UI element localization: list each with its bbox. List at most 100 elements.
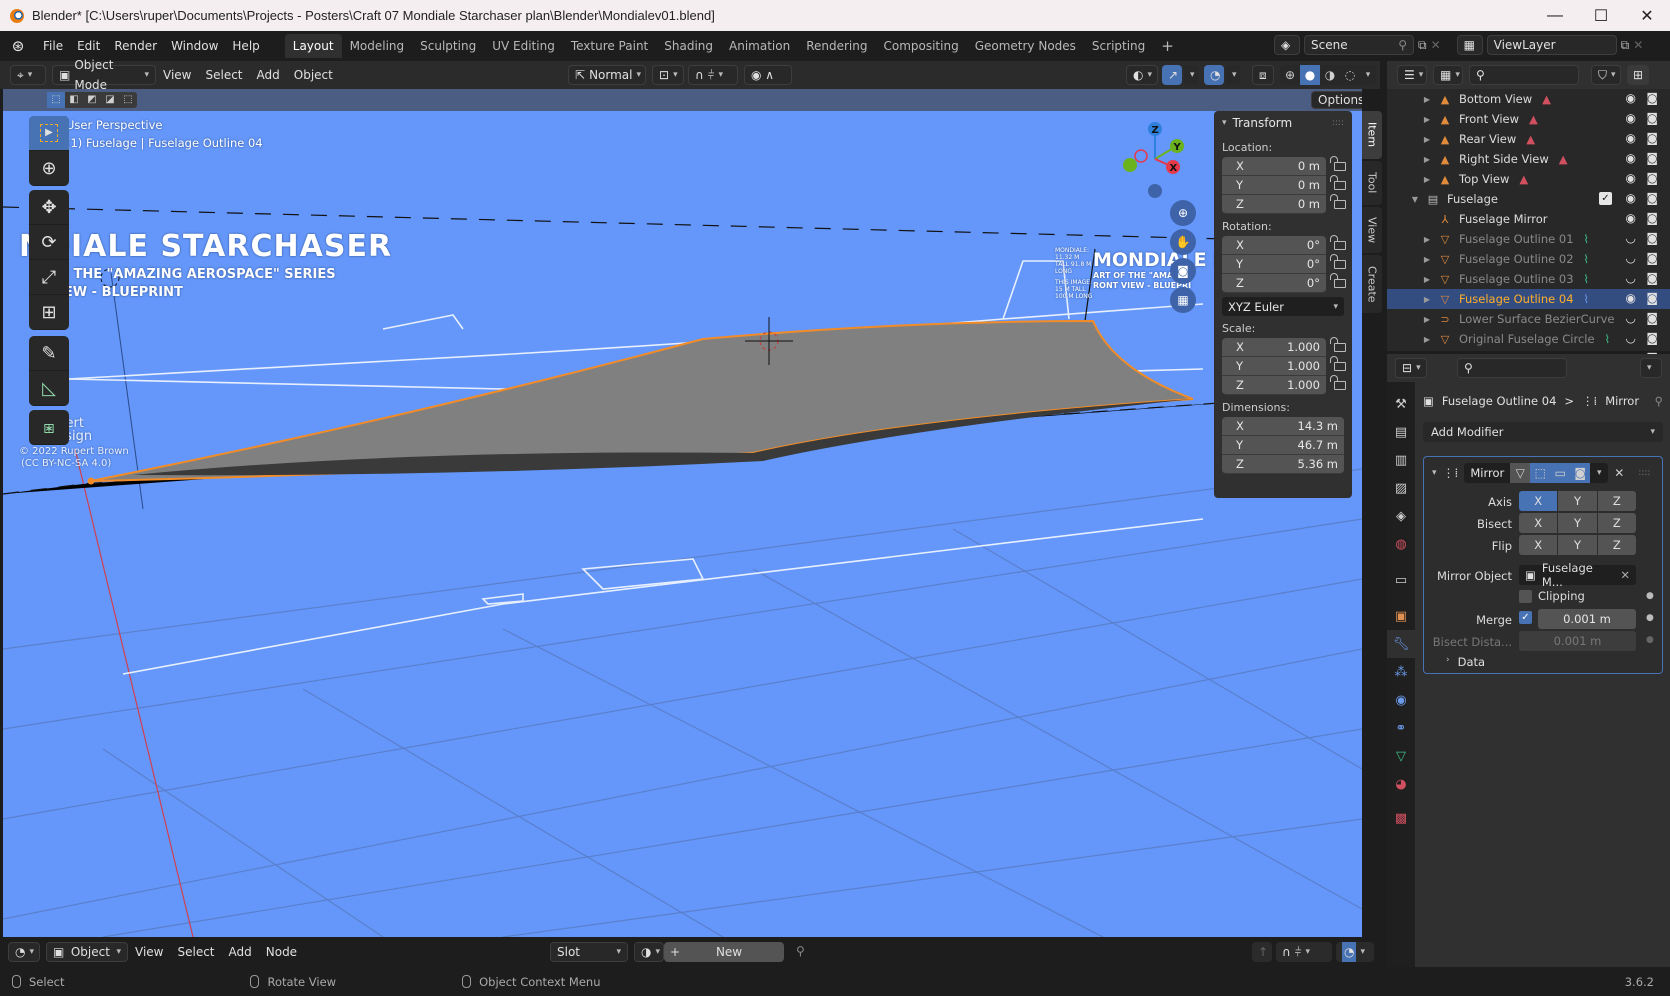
eye-icon[interactable]: ◉ xyxy=(1626,291,1636,305)
keyframe-dot-icon[interactable]: ● xyxy=(1646,635,1654,645)
viewport-menu-add[interactable]: Add xyxy=(250,64,287,86)
expand-icon[interactable]: ▶ xyxy=(1421,235,1433,244)
outliner-item-name[interactable]: Fuselage xyxy=(1447,192,1498,206)
merge-checkbox[interactable]: ✓ xyxy=(1519,611,1532,624)
outliner-item[interactable]: ▶ ▲ Right Side View ▲ ◉ ◙ xyxy=(1387,149,1670,169)
expand-icon[interactable]: ▶ xyxy=(1421,135,1433,144)
axis-x-toggle[interactable]: X xyxy=(1519,491,1559,511)
modifier-name-field[interactable]: Mirror xyxy=(1464,463,1511,483)
camera-render-icon[interactable]: ◙ xyxy=(1646,91,1658,105)
outliner-item[interactable]: ▶ ▽ Original Fuselage Circle ⌇ ◡ ◙ xyxy=(1387,329,1670,349)
scale-x-field[interactable]: X 1.000 xyxy=(1222,336,1346,357)
viewlayer-selector-icon[interactable]: ▦ xyxy=(1456,35,1483,55)
pin-icon[interactable]: ⚲ xyxy=(1398,35,1407,55)
xray-toggle[interactable]: ⧈ xyxy=(1252,65,1274,85)
eye-icon[interactable]: ◉ xyxy=(1626,111,1636,125)
clear-mirror-object-icon[interactable]: ✕ xyxy=(1620,568,1630,582)
camera-render-icon[interactable]: ◙ xyxy=(1646,151,1658,165)
expand-icon[interactable]: ▶ xyxy=(1421,335,1433,344)
keyframe-dot-icon[interactable]: ● xyxy=(1646,591,1654,601)
tab-sculpting[interactable]: Sculpting xyxy=(412,34,484,58)
shader-menu-view[interactable]: View xyxy=(128,941,170,963)
hidden-eye-icon[interactable]: ◡ xyxy=(1626,251,1636,265)
outliner-item-name[interactable]: Fuselage Outline 04 xyxy=(1459,292,1574,306)
eye-icon[interactable]: ◉ xyxy=(1626,211,1636,225)
clipping-checkbox[interactable]: Clipping xyxy=(1519,589,1585,603)
constraint-properties-icon[interactable]: ⚭ xyxy=(1387,714,1415,742)
3d-viewport[interactable]: NDIALE STARCHASER OF THE "AMAZING AEROSP… xyxy=(3,89,1362,937)
eye-icon[interactable]: ◉ xyxy=(1626,171,1636,185)
bisect-z-toggle[interactable]: Z xyxy=(1597,513,1636,533)
physics-properties-icon[interactable]: ◉ xyxy=(1387,686,1415,714)
camera-render-icon[interactable]: ◙ xyxy=(1646,311,1658,325)
tab-tool[interactable]: Tool xyxy=(1362,161,1382,205)
tab-texture-paint[interactable]: Texture Paint xyxy=(563,34,656,58)
close-button[interactable]: ✕ xyxy=(1624,0,1670,31)
menu-file[interactable]: File xyxy=(36,35,70,57)
overlay-toggle[interactable]: ◔ xyxy=(1204,65,1224,85)
viewport-menu-object[interactable]: Object xyxy=(287,64,340,86)
new-collection-icon[interactable]: ⊞ xyxy=(1627,65,1649,85)
parent-node-icon[interactable]: ↑ xyxy=(1252,942,1272,962)
properties-options-dropdown[interactable]: ▾ xyxy=(1640,358,1662,378)
outliner-item-name[interactable]: Original Fuselage Circle xyxy=(1459,332,1595,346)
collapse-icon[interactable]: ▾ xyxy=(1432,468,1437,478)
properties-editor-type-icon[interactable]: ⊟ ▾ xyxy=(1395,358,1427,378)
new-material-button[interactable]: + New xyxy=(664,942,784,962)
pin-icon[interactable]: ⚲ xyxy=(796,944,805,958)
select-mode-extend-icon[interactable]: ◧ xyxy=(65,92,83,108)
tab-layout[interactable]: Layout xyxy=(284,34,342,58)
scene-selector-icon[interactable]: ◈ xyxy=(1274,35,1300,55)
delete-scene-icon[interactable]: ✕ xyxy=(1431,38,1441,52)
expand-icon[interactable]: ▶ xyxy=(1421,115,1433,124)
outliner-item[interactable]: ▶ ▽ Fuselage Outline 03 ⌇ ◡ ◙ xyxy=(1387,269,1670,289)
navigation-gizmo[interactable]: Z Y X xyxy=(1113,119,1193,199)
outliner-item-name[interactable]: Fuselage Outline 03 xyxy=(1459,272,1574,286)
remove-modifier-icon[interactable]: ✕ xyxy=(1614,466,1624,480)
outliner-item[interactable]: ▶ ▽ Fuselage Outline 01 ⌇ ◡ ◙ xyxy=(1387,229,1670,249)
flip-x-toggle[interactable]: X xyxy=(1519,535,1559,555)
hidden-eye-icon[interactable]: ◡ xyxy=(1626,271,1636,285)
rotate-tool[interactable]: ⟳ xyxy=(29,225,69,260)
select-box-tool[interactable]: ▶ xyxy=(29,116,69,151)
wireframe-shading-button[interactable]: ⊕ xyxy=(1280,65,1300,85)
menu-window[interactable]: Window xyxy=(164,35,225,57)
lock-icon[interactable] xyxy=(1330,336,1346,352)
axis-y-toggle[interactable]: Y xyxy=(1558,491,1598,511)
eye-icon[interactable]: ◉ xyxy=(1626,151,1636,165)
orientation-dropdown[interactable]: ⇱ Normal ▾ xyxy=(568,65,646,85)
viewport-menu-view[interactable]: View xyxy=(156,64,198,86)
lock-icon[interactable] xyxy=(1330,174,1346,190)
add-modifier-dropdown[interactable]: Add Modifier ▾ xyxy=(1423,422,1663,442)
data-properties-icon[interactable]: ▽ xyxy=(1387,742,1415,770)
proportional-editing-toggle[interactable]: ◉ ∧ xyxy=(744,65,792,85)
collapse-icon[interactable]: ▼ xyxy=(1409,195,1421,204)
viewlayer-field[interactable]: ViewLayer xyxy=(1486,35,1617,55)
outliner-item[interactable]: ▶ ▲ Top View ▲ ◉ ◙ xyxy=(1387,169,1670,189)
tab-animation[interactable]: Animation xyxy=(721,34,798,58)
camera-render-icon[interactable]: ◙ xyxy=(1646,251,1658,265)
camera-render-icon[interactable]: ◙ xyxy=(1646,331,1658,345)
scene-field[interactable]: Scene ⚲ xyxy=(1304,35,1414,55)
modifier-properties-icon[interactable]: 🔧︎ xyxy=(1387,630,1415,658)
outliner-item[interactable]: ▼ ▤ Fuselage ✓ ◉ ◙ xyxy=(1387,189,1670,209)
expand-icon[interactable]: ▶ xyxy=(1421,175,1433,184)
lock-icon[interactable] xyxy=(1330,193,1346,209)
tab-geometry-nodes[interactable]: Geometry Nodes xyxy=(967,34,1084,58)
world-properties-icon[interactable]: ◍ xyxy=(1387,530,1415,558)
texture-properties-icon[interactable]: ▩ xyxy=(1387,804,1415,832)
mirror-object-field[interactable]: ▣ Fuselage M... ✕ xyxy=(1519,561,1636,589)
material-properties-icon[interactable]: ◕ xyxy=(1387,770,1415,798)
ortho-toggle-button[interactable]: ▦ xyxy=(1170,287,1196,313)
pan-view-button[interactable]: ✋ xyxy=(1170,229,1196,255)
bisect-y-toggle[interactable]: Y xyxy=(1558,513,1598,533)
tab-shading[interactable]: Shading xyxy=(656,34,721,58)
expand-icon[interactable]: ▶ xyxy=(1421,95,1433,104)
outliner-item-name[interactable]: Top View xyxy=(1459,172,1509,186)
particles-properties-icon[interactable]: ⁂ xyxy=(1387,658,1415,686)
menu-help[interactable]: Help xyxy=(225,35,266,57)
dimensions-y-field[interactable]: Y 46.7 m xyxy=(1222,436,1344,455)
maximize-button[interactable]: ☐ xyxy=(1578,0,1624,31)
lock-icon[interactable] xyxy=(1330,155,1346,171)
dimensions-x-field[interactable]: X 14.3 m xyxy=(1222,417,1344,436)
